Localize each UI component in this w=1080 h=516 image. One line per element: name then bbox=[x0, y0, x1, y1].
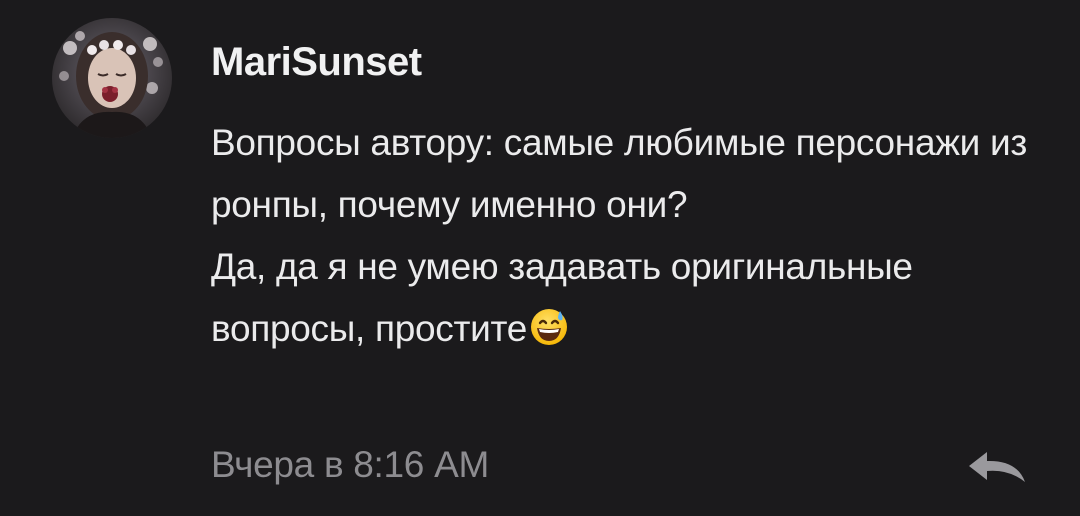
username[interactable]: MariSunset bbox=[211, 40, 422, 85]
avatar-image bbox=[52, 18, 172, 138]
comment-card: MariSunset Вопросы автору: самые любимые… bbox=[0, 0, 1080, 516]
avatar[interactable] bbox=[52, 18, 172, 138]
comment-paragraph: Да, да я не умею задавать оригинальные в… bbox=[211, 236, 1061, 366]
grinning-face-with-sweat-icon bbox=[529, 304, 569, 366]
comment-paragraph: Вопросы автору: самые любимые персонажи … bbox=[211, 122, 1028, 225]
timestamp: Вчера в 8:16 AM bbox=[211, 444, 489, 485]
reply-arrow-icon[interactable] bbox=[965, 448, 1031, 488]
comment-body: Вопросы автору: самые любимые персонажи … bbox=[211, 112, 1061, 366]
